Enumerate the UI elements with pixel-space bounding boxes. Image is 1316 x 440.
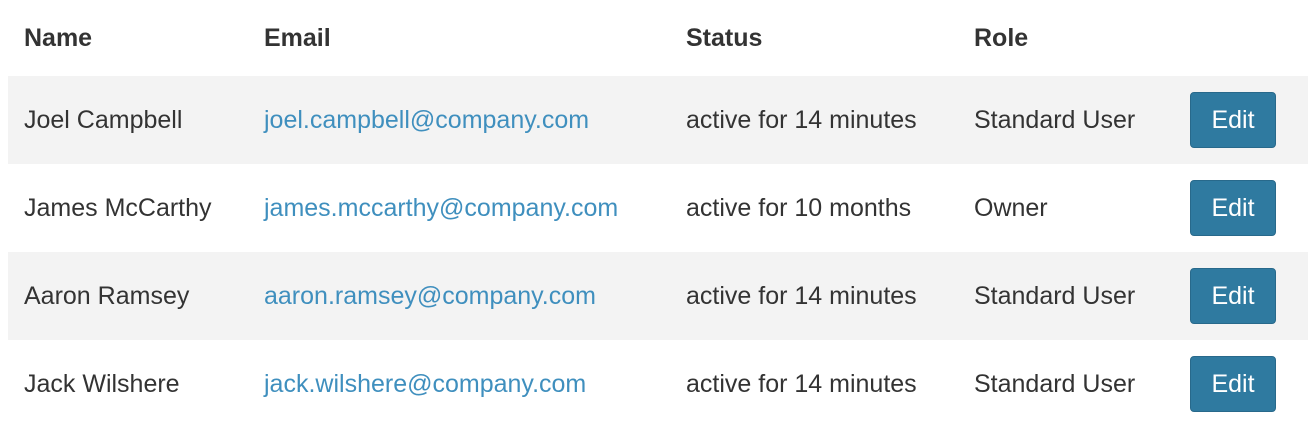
user-role: Standard User bbox=[974, 281, 1136, 310]
edit-button[interactable]: Edit bbox=[1190, 268, 1276, 324]
user-email-link[interactable]: joel.campbell@company.com bbox=[264, 106, 589, 135]
users-table: Name Email Status Role Joel Campbell joe… bbox=[8, 0, 1308, 428]
table-row: Jack Wilshere jack.wilshere@company.com … bbox=[8, 340, 1308, 428]
table-row: Joel Campbell joel.campbell@company.com … bbox=[8, 76, 1308, 164]
user-email-link[interactable]: aaron.ramsey@company.com bbox=[264, 282, 596, 311]
edit-button[interactable]: Edit bbox=[1190, 92, 1276, 148]
user-role: Owner bbox=[974, 193, 1048, 222]
user-name: Joel Campbell bbox=[24, 105, 183, 134]
user-email-link[interactable]: jack.wilshere@company.com bbox=[264, 370, 586, 399]
user-name: Jack Wilshere bbox=[24, 369, 180, 398]
edit-button[interactable]: Edit bbox=[1190, 180, 1276, 236]
user-status: active for 14 minutes bbox=[686, 281, 917, 310]
user-role: Standard User bbox=[974, 369, 1136, 398]
table-row: Aaron Ramsey aaron.ramsey@company.com ac… bbox=[8, 252, 1308, 340]
user-name: James McCarthy bbox=[24, 193, 212, 222]
header-name: Name bbox=[24, 23, 93, 52]
header-role: Role bbox=[974, 23, 1029, 52]
table-header-row: Name Email Status Role bbox=[8, 0, 1308, 76]
user-status: active for 10 months bbox=[686, 193, 912, 222]
user-role: Standard User bbox=[974, 105, 1136, 134]
user-status: active for 14 minutes bbox=[686, 369, 917, 398]
user-name: Aaron Ramsey bbox=[24, 281, 190, 310]
table-row: James McCarthy james.mccarthy@company.co… bbox=[8, 164, 1308, 252]
edit-button[interactable]: Edit bbox=[1190, 356, 1276, 412]
header-status: Status bbox=[686, 23, 763, 52]
header-email: Email bbox=[264, 23, 331, 52]
user-email-link[interactable]: james.mccarthy@company.com bbox=[264, 194, 618, 223]
user-status: active for 14 minutes bbox=[686, 105, 917, 134]
